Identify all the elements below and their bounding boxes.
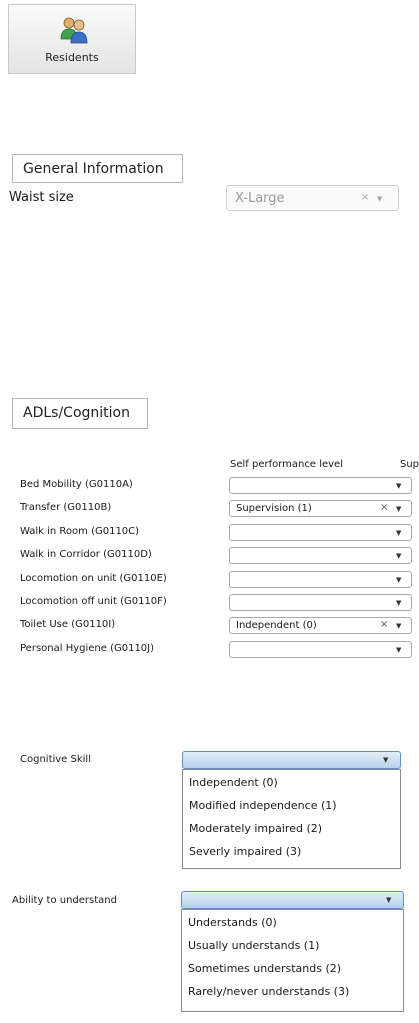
clear-icon[interactable]: × [361,192,369,203]
tab-general-information[interactable]: General Information [12,154,183,182]
cognitive-skill-label: Cognitive Skill [20,754,91,765]
dropdown-option[interactable]: Usually understands (1) [188,939,319,952]
self-performance-select[interactable]: ▼ [229,594,412,611]
self-performance-select[interactable]: Supervision (1) × ▼ [229,500,412,517]
adl-row-label: Bed Mobility (G0110A) [20,479,133,490]
self-performance-select[interactable]: ▼ [229,477,412,494]
clear-icon[interactable]: × [380,619,388,630]
self-performance-select[interactable]: ▼ [229,641,412,658]
clear-icon[interactable]: × [380,502,388,513]
residents-button[interactable]: Residents [8,4,136,74]
self-performance-select[interactable]: Independent (0) × ▼ [229,617,412,634]
dropdown-option[interactable]: Understands (0) [188,916,277,929]
dropdown-option[interactable]: Modified independence (1) [189,799,337,812]
cognitive-skill-select[interactable]: ▼ [182,751,401,769]
adl-row-label: Personal Hygiene (G0110J) [20,643,155,654]
residents-label: Residents [45,51,99,64]
waist-size-label: Waist size [9,190,74,205]
adl-row-label: Walk in Room (G0110C) [20,526,140,537]
adl-row-label: Transfer (G0110B) [20,502,112,513]
adl-row-label: Locomotion on unit (G0110E) [20,573,167,584]
ability-to-understand-dropdown: Understands (0) Usually understands (1) … [181,909,404,1012]
chevron-down-icon[interactable]: ▼ [377,195,382,203]
tab-adls-cognition[interactable]: ADLs/Cognition [12,398,148,428]
self-performance-value: Supervision (1) [236,503,312,514]
chevron-down-icon[interactable]: ▼ [396,622,401,630]
dropdown-option[interactable]: Rarely/never understands (3) [188,985,349,998]
chevron-down-icon[interactable]: ▼ [396,599,401,607]
waist-size-select[interactable]: X-Large × ▼ [226,185,399,211]
chevron-down-icon[interactable]: ▼ [383,756,388,764]
self-performance-select[interactable]: ▼ [229,524,412,541]
tab-underline [12,428,148,429]
self-performance-value: Independent (0) [236,620,317,631]
adl-row-label: Walk in Corridor (G0110D) [20,549,152,560]
chevron-down-icon[interactable]: ▼ [396,552,401,560]
dropdown-option[interactable]: Sometimes understands (2) [188,962,341,975]
chevron-down-icon[interactable]: ▼ [396,505,401,513]
cognitive-skill-dropdown: Independent (0) Modified independence (1… [182,769,401,869]
adl-row-label: Locomotion off unit (G0110F) [20,596,167,607]
tab-general-information-label: General Information [23,161,164,177]
dropdown-option[interactable]: Independent (0) [189,776,278,789]
dropdown-option[interactable]: Moderately impaired (2) [189,822,322,835]
ability-to-understand-label: Ability to understand [12,895,117,906]
chevron-down-icon[interactable]: ▼ [386,896,391,904]
chevron-down-icon[interactable]: ▼ [396,529,401,537]
column-header-self-performance: Self performance level [230,459,343,470]
waist-size-value: X-Large [235,191,285,206]
tab-underline [12,182,183,183]
dropdown-option[interactable]: Severly impaired (3) [189,845,301,858]
column-header-support: Sup [400,459,419,470]
adl-row-label: Toilet Use (G0110I) [20,619,116,630]
tab-adls-cognition-label: ADLs/Cognition [23,405,130,421]
chevron-down-icon[interactable]: ▼ [396,646,401,654]
residents-icon [60,17,88,44]
ability-to-understand-select[interactable]: ▼ [181,891,404,909]
chevron-down-icon[interactable]: ▼ [396,576,401,584]
self-performance-select[interactable]: ▼ [229,571,412,588]
chevron-down-icon[interactable]: ▼ [396,482,401,490]
self-performance-select[interactable]: ▼ [229,547,412,564]
